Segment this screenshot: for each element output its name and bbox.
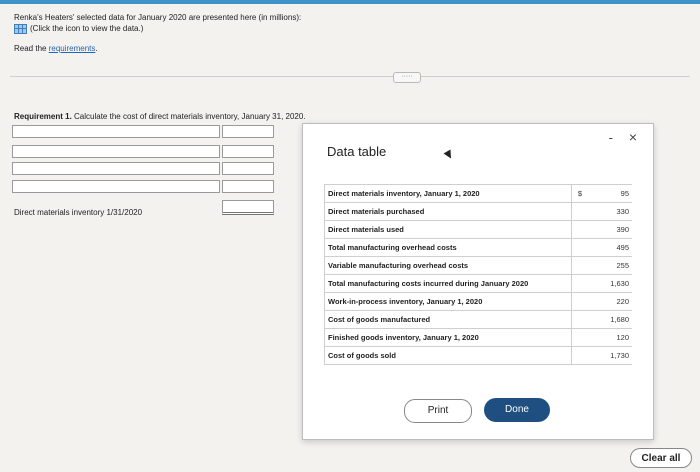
expand-toggle[interactable]: ·····: [393, 72, 421, 83]
row-currency: [571, 202, 588, 221]
answer-input-label-2[interactable]: [12, 145, 220, 158]
table-row: Total manufacturing overhead costs 495: [324, 238, 632, 257]
answer-input-label-4[interactable]: [12, 180, 220, 193]
row-value: 495: [588, 238, 632, 257]
row-currency: [571, 256, 588, 275]
answer-input-amount-2[interactable]: [222, 145, 274, 158]
data-table-dialog: - × Data table Direct materials inventor…: [302, 123, 654, 440]
requirement-label: Requirement 1.: [14, 112, 72, 121]
row-label: Total manufacturing costs incurred durin…: [324, 274, 572, 293]
row-value: 220: [588, 292, 632, 311]
mouse-cursor-icon: [443, 149, 455, 161]
requirement-body: Calculate the cost of direct materials i…: [71, 112, 306, 121]
section-divider: [10, 76, 690, 77]
row-label: Total manufacturing overhead costs: [324, 238, 572, 257]
row-value: 95: [588, 184, 632, 203]
row-label: Direct materials inventory, January 1, 2…: [324, 184, 572, 203]
read-requirements: Read the requirements.: [14, 44, 98, 53]
answer-input-amount-4[interactable]: [222, 180, 274, 193]
intro-block: Renka's Heaters' selected data for Janua…: [14, 12, 301, 34]
table-row: Direct materials inventory, January 1, 2…: [324, 184, 632, 203]
row-value: 1,630: [588, 274, 632, 293]
row-currency: [571, 220, 588, 239]
row-value: 1,680: [588, 310, 632, 329]
row-label: Cost of goods sold: [324, 346, 572, 365]
row-value: 330: [588, 202, 632, 221]
row-label: Variable manufacturing overhead costs: [324, 256, 572, 275]
answer-input-total[interactable]: [222, 200, 274, 215]
answer-input-label-3[interactable]: [12, 162, 220, 175]
close-icon[interactable]: ×: [629, 129, 637, 145]
table-row: Cost of goods manufactured 1,680: [324, 310, 632, 329]
done-button[interactable]: Done: [484, 398, 550, 422]
requirement-text: Requirement 1. Calculate the cost of dir…: [14, 112, 306, 121]
row-value: 390: [588, 220, 632, 239]
read-prefix: Read the: [14, 44, 49, 53]
row-currency: [571, 292, 588, 311]
print-button[interactable]: Print: [404, 399, 472, 423]
row-label: Direct materials purchased: [324, 202, 572, 221]
table-row: Work-in-process inventory, January 1, 20…: [324, 292, 632, 311]
row-label: Finished goods inventory, January 1, 202…: [324, 328, 572, 347]
table-row: Finished goods inventory, January 1, 202…: [324, 328, 632, 347]
dialog-title: Data table: [327, 144, 387, 159]
requirements-link[interactable]: requirements: [49, 44, 96, 53]
answer-input-label-1[interactable]: [12, 125, 220, 138]
answer-input-amount-3[interactable]: [222, 162, 274, 175]
table-row: Direct materials used 390: [324, 220, 632, 239]
row-label: Direct materials used: [324, 220, 572, 239]
data-table: Direct materials inventory, January 1, 2…: [324, 184, 632, 365]
top-accent-bar: [0, 0, 700, 4]
row-currency: [571, 328, 588, 347]
row-label: Cost of goods manufactured: [324, 310, 572, 329]
table-row: Variable manufacturing overhead costs 255: [324, 256, 632, 275]
direct-materials-inventory-label: Direct materials inventory 1/31/2020: [14, 208, 143, 217]
data-link-hint: (Click the icon to view the data.): [30, 24, 144, 33]
answer-input-amount-1[interactable]: [222, 125, 274, 138]
row-value: 120: [588, 328, 632, 347]
table-row: Total manufacturing costs incurred durin…: [324, 274, 632, 293]
minimize-icon[interactable]: -: [609, 130, 613, 145]
intro-text: Renka's Heaters' selected data for Janua…: [14, 13, 302, 22]
row-value: 1,730: [588, 346, 632, 365]
table-row: Direct materials purchased 330: [324, 202, 632, 221]
row-value: 255: [588, 256, 632, 275]
row-currency: [571, 238, 588, 257]
table-row: Cost of goods sold 1,730: [324, 346, 632, 365]
read-suffix: .: [95, 44, 98, 53]
data-link-row: (Click the icon to view the data.): [14, 23, 301, 34]
row-currency: [571, 310, 588, 329]
clear-all-button[interactable]: Clear all: [630, 448, 692, 468]
row-currency: [571, 274, 588, 293]
row-currency: [571, 346, 588, 365]
table-grid-icon[interactable]: [14, 23, 27, 34]
row-label: Work-in-process inventory, January 1, 20…: [324, 292, 572, 311]
row-currency: $: [571, 184, 588, 203]
